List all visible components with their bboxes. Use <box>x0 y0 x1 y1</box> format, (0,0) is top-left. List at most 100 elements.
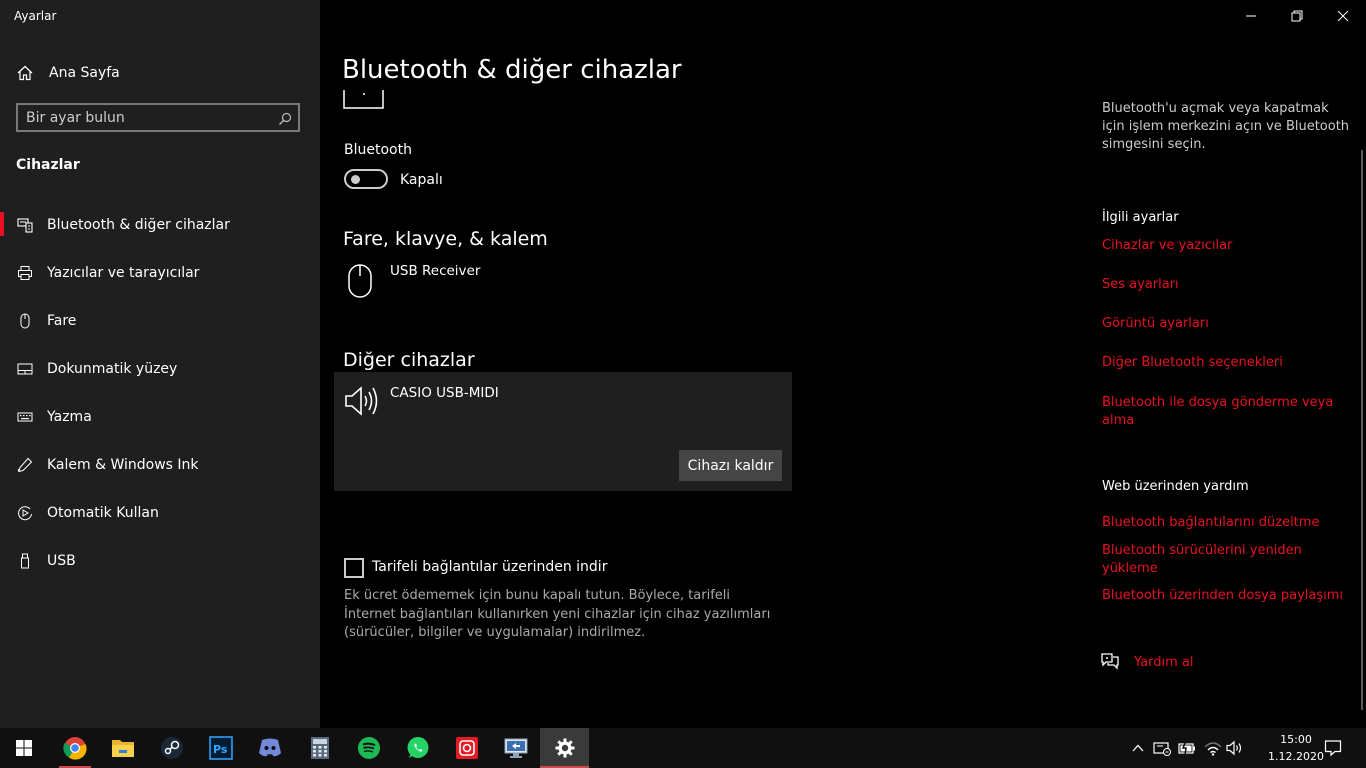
mouse-keyboard-heading: Fare, klavye, & kalem <box>343 228 548 250</box>
taskbar-calculator[interactable] <box>296 728 344 768</box>
page-title: Bluetooth & diğer cihazlar <box>342 55 682 85</box>
get-help-link[interactable]: Yardım al <box>1134 654 1366 672</box>
taskbar: Ps <box>0 728 1366 768</box>
spotify-icon <box>358 737 380 759</box>
bluetooth-devices-icon <box>16 216 34 234</box>
clipped-text <box>1102 84 1302 90</box>
metered-download-label: Tarifeli bağlantılar üzerinden indir <box>372 559 608 575</box>
tray-battery-button[interactable] <box>1176 728 1198 768</box>
device-usb-receiver[interactable]: USB Receiver <box>334 258 792 302</box>
link-reinstall-drivers[interactable]: Bluetooth sürücülerini yeniden yükleme <box>1102 542 1332 578</box>
close-icon <box>1337 10 1349 22</box>
web-help-heading: Web üzerinden yardım <box>1102 479 1249 494</box>
calculator-icon <box>311 737 329 759</box>
link-display-settings[interactable]: Görüntü ayarları <box>1102 315 1342 333</box>
sidebar-item-autoplay[interactable]: Otomatik Kullan <box>0 493 320 533</box>
app-title: Ayarlar <box>14 9 57 23</box>
home-nav-item[interactable]: Ana Sayfa <box>0 53 320 93</box>
scrollbar[interactable] <box>1361 150 1363 710</box>
related-settings-heading: İlgili ayarlar <box>1102 210 1179 225</box>
close-button[interactable] <box>1320 0 1366 32</box>
metered-download-checkbox[interactable] <box>344 558 364 578</box>
taskbar-photoshop[interactable]: Ps <box>197 728 245 768</box>
show-hidden-icons-button[interactable] <box>1128 728 1148 768</box>
printer-icon <box>16 264 34 282</box>
sidebar-item-label: Yazıcılar ve tarayıcılar <box>47 265 200 281</box>
home-label: Ana Sayfa <box>49 65 120 81</box>
sidebar-item-usb[interactable]: USB <box>0 541 320 581</box>
sidebar-item-label: Dokunmatik yüzey <box>47 361 178 377</box>
link-fix-connections[interactable]: Bluetooth bağlantılarını düzeltme <box>1102 514 1342 532</box>
device-casio-usb-midi[interactable]: CASIO USB-MIDI Cihazı kaldır <box>334 372 792 491</box>
discord-icon <box>259 738 281 757</box>
sidebar-item-touchpad[interactable]: Dokunmatik yüzey <box>0 349 320 389</box>
sidebar-item-label: Otomatik Kullan <box>47 505 159 521</box>
bluetooth-state: Kapalı <box>400 172 443 188</box>
taskbar-screen-recorder[interactable] <box>443 728 491 768</box>
taskbar-whatsapp[interactable] <box>394 728 442 768</box>
remote-desktop-icon <box>504 738 528 758</box>
mouse-icon <box>16 312 34 330</box>
sidebar-item-label: Yazma <box>47 409 92 425</box>
sidebar-item-typing[interactable]: Yazma <box>0 397 320 437</box>
taskbar-settings[interactable] <box>540 728 589 768</box>
sidebar-item-printers[interactable]: Yazıcılar ve tarayıcılar <box>0 253 320 293</box>
restore-button[interactable] <box>1274 0 1320 32</box>
taskbar-spotify[interactable] <box>345 728 393 768</box>
bluetooth-hint: Bluetooth'u açmak veya kapatmak için işl… <box>1102 101 1350 152</box>
chevron-up-icon <box>1132 744 1144 752</box>
steam-icon <box>161 737 183 759</box>
sidebar-item-label: Fare <box>47 313 77 329</box>
metered-description: Ek ücret ödememek için bunu kapalı tutun… <box>344 588 771 640</box>
home-icon <box>16 64 34 82</box>
link-share-files[interactable]: Bluetooth üzerinden dosya paylaşımı <box>1102 587 1362 605</box>
tray-network-button[interactable] <box>1202 728 1224 768</box>
taskbar-discord[interactable] <box>246 728 294 768</box>
start-button[interactable] <box>0 728 48 768</box>
taskbar-file-explorer[interactable] <box>99 728 147 768</box>
link-sound-settings[interactable]: Ses ayarları <box>1102 276 1342 294</box>
clock-time: 15:00 <box>1280 733 1312 746</box>
remove-device-button[interactable]: Cihazı kaldır <box>679 450 782 481</box>
tray-volume-button[interactable] <box>1224 728 1246 768</box>
clock-date: 1.12.2020 <box>1268 750 1324 763</box>
usb-icon <box>16 552 34 570</box>
screen-recorder-icon <box>456 737 478 759</box>
tray-device-icon-button[interactable] <box>1152 728 1172 768</box>
add-device-icon <box>343 90 384 109</box>
device-name: USB Receiver <box>390 263 481 279</box>
wifi-icon <box>1204 742 1222 756</box>
minimize-icon <box>1246 15 1256 17</box>
sidebar-item-mouse[interactable]: Fare <box>0 301 320 341</box>
other-devices-heading: Diğer cihazlar <box>343 349 475 371</box>
bluetooth-label: Bluetooth <box>344 142 412 158</box>
link-send-receive-files[interactable]: Bluetooth ile dosya gönderme veya alma <box>1102 394 1342 430</box>
chrome-icon <box>63 737 87 760</box>
touchpad-icon <box>16 360 34 378</box>
toggle-knob <box>351 175 360 184</box>
taskbar-chrome[interactable] <box>51 728 99 768</box>
windows-icon <box>16 740 32 756</box>
minimize-button[interactable] <box>1228 0 1274 32</box>
search-input[interactable] <box>26 109 276 127</box>
restore-icon <box>1291 10 1303 22</box>
keyboard-icon <box>16 408 34 426</box>
search-icon[interactable] <box>278 111 292 130</box>
pen-icon <box>16 456 34 474</box>
device-status-icon <box>1153 742 1171 756</box>
taskbar-steam[interactable] <box>148 728 196 768</box>
bluetooth-toggle[interactable] <box>344 169 388 189</box>
link-more-bluetooth-options[interactable]: Diğer Bluetooth seçenekleri <box>1102 354 1342 372</box>
autoplay-icon <box>16 504 34 522</box>
volume-icon <box>1226 740 1242 756</box>
sidebar-item-label: Kalem & Windows Ink <box>47 457 199 473</box>
mouse-icon <box>347 263 375 303</box>
device-name: CASIO USB-MIDI <box>390 385 499 401</box>
sidebar-item-bluetooth[interactable]: Bluetooth & diğer cihazlar <box>0 205 320 245</box>
section-heading: Cihazlar <box>16 157 80 173</box>
sidebar-item-pen[interactable]: Kalem & Windows Ink <box>0 445 320 485</box>
taskbar-remote-desktop[interactable] <box>492 728 540 768</box>
search-box[interactable] <box>16 103 300 132</box>
get-help-icon <box>1100 652 1120 674</box>
link-devices-printers[interactable]: Cihazlar ve yazıcılar <box>1102 237 1342 255</box>
